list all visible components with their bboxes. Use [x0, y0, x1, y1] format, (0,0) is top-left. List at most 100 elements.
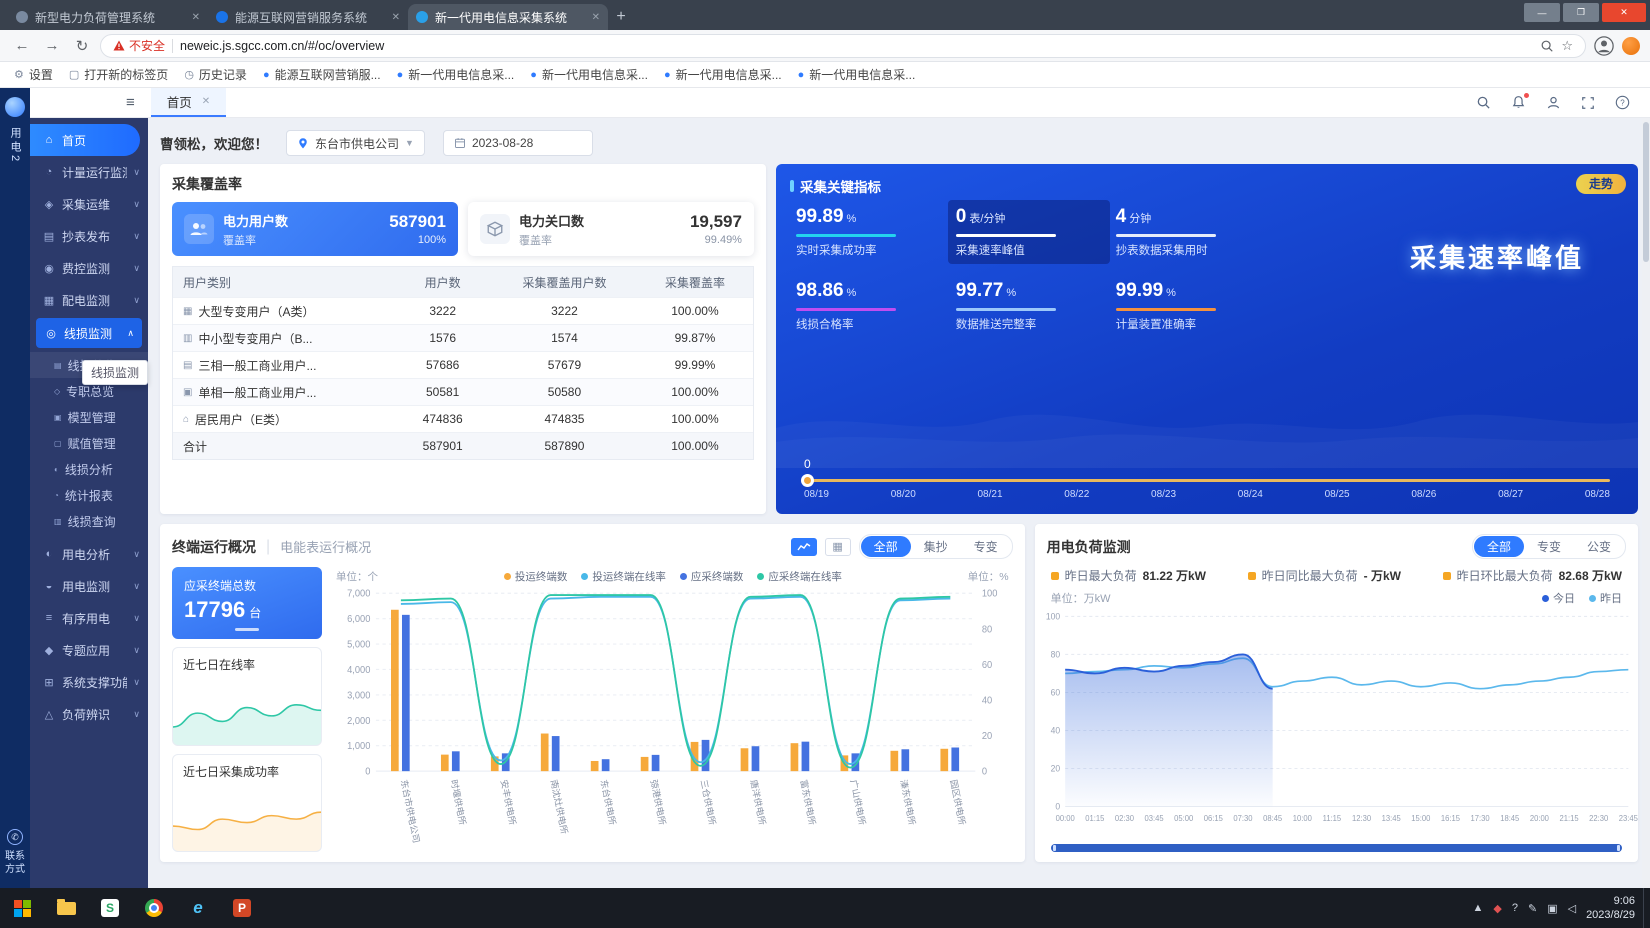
table-view-toggle[interactable]: ▦ — [825, 538, 851, 556]
tray-ime-icon[interactable]: ▣ — [1547, 902, 1557, 915]
sidebar-item-metering-monitor[interactable]: ◔计量运行监测∨ — [30, 156, 148, 188]
browser-tabs: 新型电力负荷管理系统✕能源互联网营销服务系统✕新一代用电信息采集系统✕ — [8, 4, 608, 30]
sidebar-subitem[interactable]: ◐线损分析 — [30, 456, 148, 482]
bookmark-item[interactable]: ●能源互联网营销服... — [263, 66, 381, 83]
power-users-card[interactable]: 电力用户数 覆盖率 587901 100% — [172, 202, 458, 256]
notification-bell-icon[interactable] — [1511, 95, 1526, 110]
contact-entry[interactable]: ✆ 联系方式 — [4, 829, 26, 876]
terminal-total-card[interactable]: 应采终端总数 17796台 — [172, 567, 322, 639]
tray-volume-icon[interactable]: ◁ — [1568, 902, 1576, 915]
timeline-track[interactable]: 0 — [804, 479, 1610, 482]
sidebar-item-fee-control[interactable]: ◉费控监测∨ — [30, 252, 148, 284]
forward-button[interactable]: → — [40, 34, 64, 58]
browser-menu-button[interactable] — [1622, 37, 1640, 55]
taskbar-powerpoint-button[interactable]: P — [220, 888, 264, 928]
timeline-handle[interactable] — [801, 474, 814, 487]
collect-success-card[interactable]: 近七日采集成功率 — [172, 754, 322, 853]
chart-view-toggle[interactable] — [791, 538, 817, 556]
user-icon[interactable] — [1546, 95, 1561, 110]
sidebar-item-meter-reading[interactable]: ▤抄表发布∨ — [30, 220, 148, 252]
terminal-chart[interactable]: 01,0002,0003,0004,0005,0006,0007,0000204… — [332, 584, 1013, 852]
filter-pill[interactable]: 专变 — [1524, 536, 1574, 557]
page-tab-close-icon[interactable]: ✕ — [202, 96, 210, 107]
page-tab-home[interactable]: 首页 ✕ — [151, 88, 226, 117]
address-bar[interactable]: 不安全 neweic.js.sgcc.com.cn/#/oc/overview … — [100, 34, 1586, 58]
legend-label: 昨日 — [1600, 590, 1622, 606]
profile-avatar[interactable] — [1592, 34, 1616, 58]
filter-pill[interactable]: 全部 — [1474, 536, 1524, 557]
search-icon[interactable] — [1540, 39, 1554, 53]
sidebar-item-line-loss[interactable]: ◎线损监测∧ — [36, 318, 142, 348]
sidebar-subitem[interactable]: ▣模型管理 — [30, 404, 148, 430]
help-icon[interactable]: ? — [1615, 95, 1630, 110]
taskbar-ie-button[interactable]: e — [176, 888, 220, 928]
scrollbar-thumb[interactable] — [1643, 122, 1649, 262]
start-button[interactable] — [0, 888, 44, 928]
bookmark-item[interactable]: ⚙设置 — [14, 66, 53, 83]
kpi-timeline[interactable]: 0 08/1908/2008/2108/2208/2308/2408/2508/… — [804, 479, 1610, 500]
tray-security-icon[interactable]: ◆ — [1493, 902, 1501, 915]
sidebar-item-load-identification[interactable]: △负荷辨识∨ — [30, 698, 148, 730]
sidebar-item-power-analysis[interactable]: ◐用电分析∨ — [30, 538, 148, 570]
load-icon: △ — [42, 708, 56, 721]
svg-text:溱东供电所: 溱东供电所 — [898, 778, 918, 825]
sidebar-subitem[interactable]: ▢赋值管理 — [30, 430, 148, 456]
sidebar-item-special-apps[interactable]: ◆专题应用∨ — [30, 634, 148, 666]
bookmark-star-icon[interactable]: ☆ — [1561, 38, 1573, 54]
window-close-button[interactable]: ✕ — [1602, 3, 1646, 22]
sidebar-item-collection-ops[interactable]: ◈采集运维∨ — [30, 188, 148, 220]
sidebar-subitem[interactable]: ◔统计报表 — [30, 482, 148, 508]
gateway-card[interactable]: 电力关口数 覆盖率 19,597 99.49% — [468, 202, 754, 256]
browser-tab[interactable]: 能源互联网营销服务系统✕ — [208, 4, 408, 30]
taskbar-wps-button[interactable]: S — [88, 888, 132, 928]
org-select[interactable]: 东台市供电公司 ▼ — [286, 130, 425, 156]
window-minimize-button[interactable]: — — [1524, 3, 1560, 22]
back-button[interactable]: ← — [10, 34, 34, 58]
chart-zoom-slider[interactable] — [1051, 844, 1622, 852]
sidebar-item-orderly-power[interactable]: ≡有序用电∨ — [30, 602, 148, 634]
card-value: 587901 — [389, 212, 446, 232]
filter-pill[interactable]: 专变 — [961, 536, 1011, 557]
tray-expand-icon[interactable]: ▲ — [1472, 902, 1483, 914]
tray-pen-icon[interactable]: ✎ — [1528, 902, 1537, 915]
fullscreen-icon[interactable] — [1581, 96, 1595, 110]
taskbar-clock[interactable]: 9:06 2023/8/29 — [1586, 894, 1635, 923]
bookmark-item[interactable]: ●新一代用电信息采... — [397, 66, 515, 83]
terminal-tab-active[interactable]: 终端运行概况 — [172, 537, 256, 557]
browser-tab[interactable]: 新一代用电信息采集系统✕ — [408, 4, 608, 30]
app-search-icon[interactable] — [1476, 95, 1491, 110]
trend-button[interactable]: 走势 — [1576, 174, 1626, 194]
tab-close-icon[interactable]: ✕ — [592, 12, 600, 23]
window-maximize-button[interactable]: ❐ — [1563, 3, 1599, 22]
bookmark-item[interactable]: ●新一代用电信息采... — [798, 66, 916, 83]
sidebar-collapse-icon[interactable]: ≡ — [126, 94, 135, 111]
security-warning[interactable]: 不安全 — [113, 37, 165, 54]
page-scrollbar[interactable] — [1642, 118, 1650, 888]
filter-pill[interactable]: 集抄 — [911, 536, 961, 557]
new-tab-button[interactable]: + — [608, 4, 634, 30]
bookmark-item[interactable]: ●新一代用电信息采... — [664, 66, 782, 83]
refresh-button[interactable]: ↻ — [70, 34, 94, 58]
browser-tab[interactable]: 新型电力负荷管理系统✕ — [8, 4, 208, 30]
tab-close-icon[interactable]: ✕ — [192, 12, 200, 23]
filter-pill[interactable]: 全部 — [861, 536, 911, 557]
online-rate-card[interactable]: 近七日在线率 — [172, 647, 322, 746]
tray-help-icon[interactable]: ? — [1512, 902, 1518, 914]
tab-close-icon[interactable]: ✕ — [392, 12, 400, 23]
sidebar-item-home[interactable]: ⌂首页 — [30, 124, 140, 156]
date-picker[interactable]: 2023-08-28 — [443, 130, 593, 156]
bookmark-item[interactable]: ●新一代用电信息采... — [530, 66, 648, 83]
sidebar-item-system-support[interactable]: ⊞系统支撑功能∨ — [30, 666, 148, 698]
svg-text:0: 0 — [365, 766, 370, 777]
sidebar-item-distribution-monitor[interactable]: ▦配电监测∨ — [30, 284, 148, 316]
terminal-tab-inactive[interactable]: 电能表运行概况 — [280, 537, 371, 556]
sidebar-item-power-monitor[interactable]: ◒用电监测∨ — [30, 570, 148, 602]
taskbar-explorer-button[interactable] — [44, 888, 88, 928]
bookmark-item[interactable]: ◷历史记录 — [184, 66, 247, 83]
bookmark-item[interactable]: ▢打开新的标签页 — [69, 66, 168, 83]
filter-pill[interactable]: 公变 — [1574, 536, 1624, 557]
show-desktop-button[interactable] — [1643, 888, 1650, 928]
taskbar-chrome-button[interactable] — [132, 888, 176, 928]
sidebar-subitem[interactable]: ▥线损查询 — [30, 508, 148, 534]
load-chart[interactable]: 02040608010000:0001:1502:3003:4505:0006:… — [1035, 606, 1638, 842]
